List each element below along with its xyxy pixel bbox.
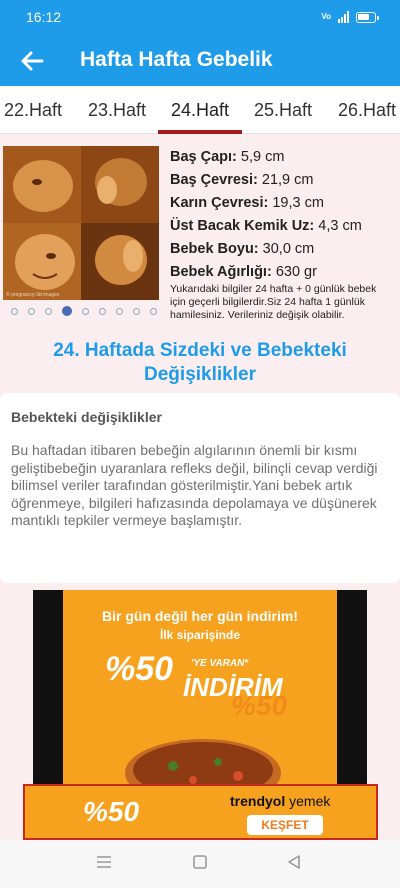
signal-icon: [338, 11, 349, 23]
card-title: Bebekteki değişiklikler: [11, 409, 162, 425]
card-body: Bu haftadan itibaren bebeğin algılarının…: [11, 442, 378, 528]
ad-percent: %50: [105, 650, 174, 688]
info-row: Bebek Ağırlığı: 630 gr: [170, 264, 317, 280]
pager-dot[interactable]: [133, 307, 140, 315]
system-nav-bar: [0, 840, 400, 888]
tab-week-22[interactable]: 22.Haft: [4, 100, 62, 121]
week-tabs: 22.Haft 23.Haft 24.Haft 25.Haft 26.Haft: [0, 86, 400, 134]
measurement-note: Yukarıdaki bilgiler 24 hafta + 0 günlük …: [170, 283, 377, 321]
pager-dot[interactable]: [150, 307, 157, 315]
status-icons: Vo: [321, 11, 379, 23]
discover-button[interactable]: KEŞFET: [247, 815, 323, 835]
ad-subline: İlk siparişinde: [159, 628, 241, 642]
pager-dot[interactable]: [99, 307, 106, 315]
info-row: Bebek Boyu: 30,0 cm: [170, 241, 315, 257]
volte-icon: Vo: [321, 12, 331, 21]
baby-photo[interactable]: © pregnancy-3d-images: [3, 146, 159, 300]
pager-dot[interactable]: [116, 307, 123, 315]
status-bar: 16:12 Vo: [0, 0, 400, 36]
ad-small-text: 'YE VARAN*: [191, 658, 249, 669]
active-tab-indicator: [158, 130, 242, 134]
changes-card: Bebekteki değişiklikler Bu haftadan itib…: [0, 393, 400, 583]
pager-dot[interactable]: [45, 307, 52, 315]
section-headline: 24. Haftada Sizdeki ve Bebekteki Değişik…: [53, 340, 347, 385]
back-triangle-icon[interactable]: [286, 854, 302, 870]
ad-banner[interactable]: %50 trendyol yemek KEŞFET: [23, 784, 378, 840]
info-row: Baş Çevresi: 21,9 cm: [170, 172, 314, 188]
battery-icon: [356, 11, 379, 23]
tab-week-23[interactable]: 23.Haft: [88, 100, 146, 121]
pager-dot-active[interactable]: [62, 306, 72, 316]
baby-measurements: Baş Çapı: 5,9 cm Baş Çevresi: 21,9 cm Ka…: [170, 147, 398, 285]
photo-watermark: © pregnancy-3d-images: [6, 292, 60, 298]
info-row: Baş Çapı: 5,9 cm: [170, 149, 285, 165]
arrow-left-icon[interactable]: [16, 45, 48, 77]
pager-dot[interactable]: [82, 307, 89, 315]
tab-week-25[interactable]: 25.Haft: [254, 100, 312, 121]
app-bar: Hafta Hafta Gebelik: [0, 36, 400, 86]
tab-week-24[interactable]: 24.Haft: [171, 100, 229, 121]
pager-dot[interactable]: [28, 307, 35, 315]
banner-percent: %50: [83, 796, 140, 827]
status-time: 16:12: [26, 9, 62, 25]
info-row: Üst Bacak Kemik Uz: 4,3 cm: [170, 218, 362, 234]
page-title: Hafta Hafta Gebelik: [80, 48, 273, 71]
pager-dot[interactable]: [11, 307, 18, 315]
home-square-icon[interactable]: [192, 854, 208, 870]
photo-pager: [11, 306, 157, 316]
ad-headline: Bir gün değil her gün indirim!: [102, 608, 298, 624]
brand-logo: trendyol yemek: [230, 793, 331, 809]
menu-icon[interactable]: [95, 854, 113, 870]
info-row: Karın Çevresi: 19,3 cm: [170, 195, 324, 211]
tab-week-26[interactable]: 26.Haft: [338, 100, 396, 121]
